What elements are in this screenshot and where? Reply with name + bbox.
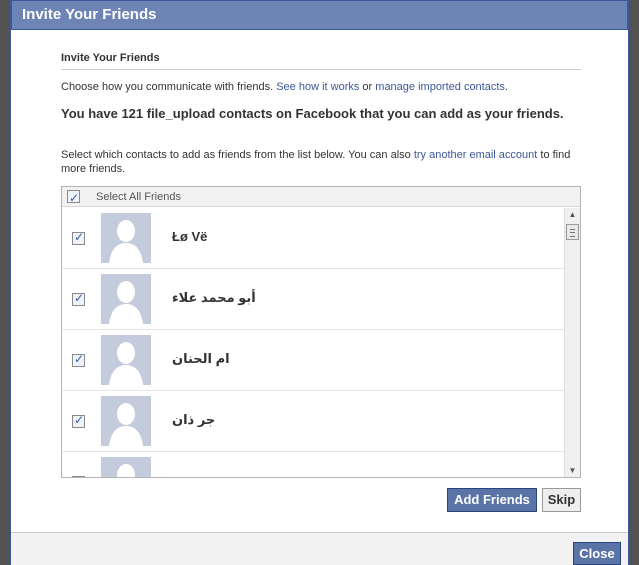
contact-name: أبو محمد علاء <box>172 290 256 305</box>
scrollbar-thumb[interactable] <box>566 224 579 240</box>
intro-text-before: Choose how you communicate with friends. <box>61 81 277 93</box>
select-all-label: Select All Friends <box>96 191 181 203</box>
contact-row[interactable]: ام الحنان <box>62 330 564 391</box>
try-another-email-link[interactable]: try another email account <box>414 149 538 161</box>
default-avatar-icon <box>101 457 151 477</box>
scroll-up-arrow-icon[interactable]: ▲ <box>565 208 580 222</box>
add-friends-button[interactable]: Add Friends <box>447 488 537 512</box>
scroll-down-arrow-icon[interactable]: ▼ <box>565 464 580 477</box>
contact-name: Łø Vë <box>172 229 208 244</box>
list-scrollbar[interactable]: ▲ ▼ <box>564 208 580 477</box>
close-button[interactable]: Close <box>573 542 621 565</box>
avatar <box>101 213 151 263</box>
contact-checkbox[interactable] <box>72 413 85 428</box>
default-avatar-icon <box>101 213 151 263</box>
contact-rows: Łø Vë أبو محمد علاء ام الحنان <box>62 208 564 477</box>
contact-checkbox[interactable] <box>72 352 85 367</box>
contacts-headline: You have 121 file_upload contacts on Fac… <box>61 106 564 121</box>
intro-text: Choose how you communicate with friends.… <box>61 81 508 93</box>
see-how-it-works-link[interactable]: See how it works <box>276 81 359 93</box>
dialog-footer: Close <box>11 533 628 565</box>
dialog-title: Invite Your Friends <box>11 0 628 30</box>
invite-friends-dialog: Invite Your Friends Invite Your Friends … <box>10 0 629 565</box>
avatar <box>101 335 151 385</box>
default-avatar-icon <box>101 335 151 385</box>
select-all-row[interactable]: Select All Friends <box>62 187 580 208</box>
manage-imported-contacts-link[interactable]: manage imported contacts <box>375 81 505 93</box>
select-all-checkbox[interactable] <box>67 188 80 208</box>
avatar <box>101 457 151 477</box>
avatar <box>101 274 151 324</box>
intro-text-after: . <box>504 81 508 93</box>
contact-row[interactable]: Łø Vë <box>62 208 564 269</box>
contact-row[interactable] <box>62 452 564 477</box>
contacts-list: Select All Friends Łø Vë أبو محمد علاء <box>61 186 581 478</box>
contact-name: ام الحنان <box>172 351 230 366</box>
contact-checkbox[interactable] <box>72 230 85 245</box>
contact-checkbox[interactable] <box>72 474 85 477</box>
skip-button[interactable]: Skip <box>542 488 581 512</box>
select-instruction-before: Select which contacts to add as friends … <box>61 149 414 161</box>
contact-row[interactable]: أبو محمد علاء <box>62 269 564 330</box>
default-avatar-icon <box>101 396 151 446</box>
section-title: Invite Your Friends <box>61 52 160 64</box>
intro-text-or: or <box>359 81 376 93</box>
section-divider <box>61 69 581 70</box>
avatar <box>101 396 151 446</box>
contact-checkbox[interactable] <box>72 291 85 306</box>
select-instruction: Select which contacts to add as friends … <box>61 148 581 176</box>
default-avatar-icon <box>101 274 151 324</box>
contact-name: جر ذان <box>172 412 216 427</box>
contact-row[interactable]: جر ذان <box>62 391 564 452</box>
